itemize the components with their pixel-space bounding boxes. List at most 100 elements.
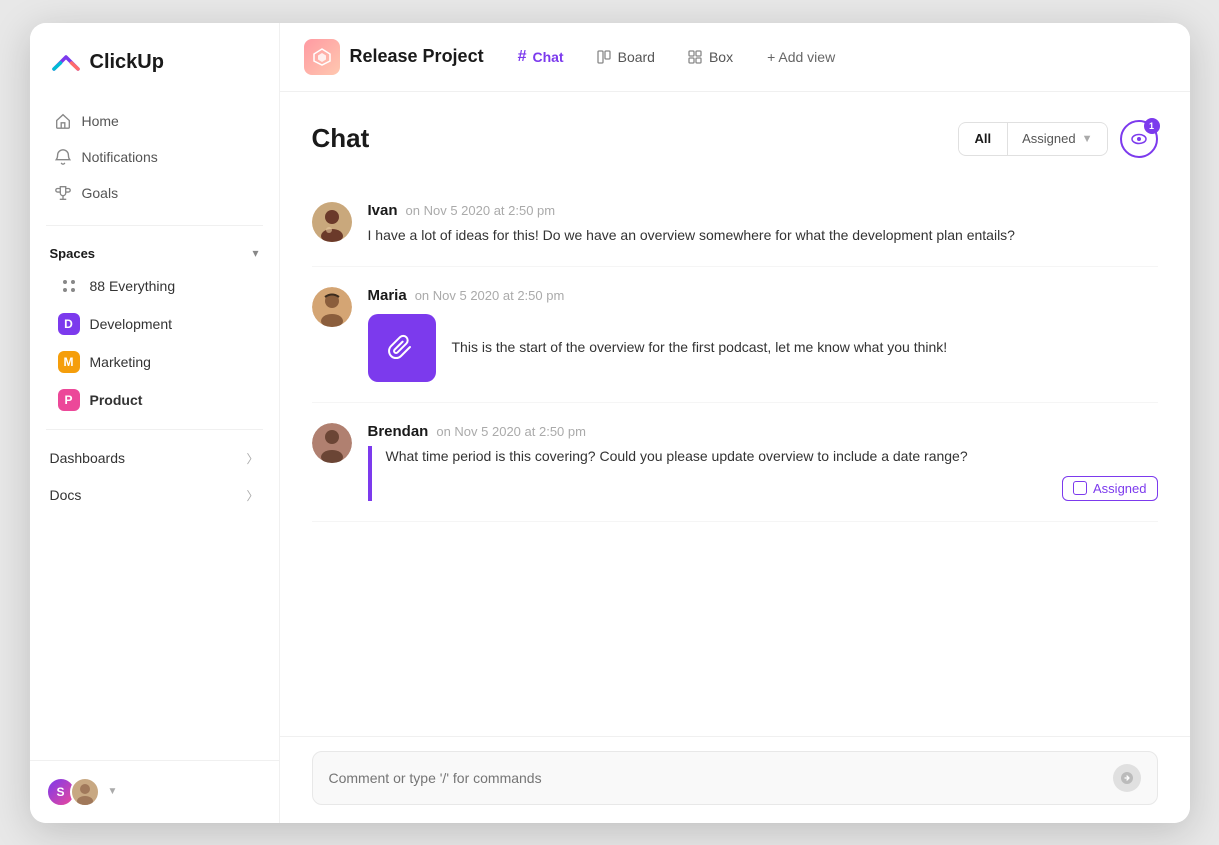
tab-board[interactable]: Board [582,43,669,71]
topbar-tabs: # Chat Board [504,42,848,72]
everything-text: Everything [109,278,175,294]
message-ivan-body: Ivan on Nov 5 2020 at 2:50 pm I have a l… [368,202,1158,247]
watch-badge: 1 [1144,118,1160,134]
chat-header-right: All Assigned ▼ 1 [958,120,1158,158]
project-icon [304,39,340,75]
message-maria-time: on Nov 5 2020 at 2:50 pm [415,288,565,303]
spaces-header[interactable]: Spaces ▾ [30,236,279,267]
paperclip-icon [388,334,416,362]
docs-label: Docs [50,487,82,503]
docs-chevron-icon: 〉 [246,487,258,504]
sidebar-divider-2 [46,429,263,430]
sidebar-nav: Home Notifications Goals [30,99,279,215]
topbar: Release Project # Chat Board [280,23,1190,92]
board-icon [596,49,612,65]
avatar-b [70,777,100,807]
product-label: Product [90,392,143,408]
sidebar-item-docs[interactable]: Docs 〉 [30,477,279,514]
message-ivan-meta: Ivan on Nov 5 2020 at 2:50 pm [368,202,1158,219]
sidebar-item-marketing[interactable]: M Marketing [38,343,271,381]
dashboards-label: Dashboards [50,450,126,466]
message-maria: Maria on Nov 5 2020 at 2:50 pm This is t… [312,267,1158,403]
sidebar-item-home[interactable]: Home [42,103,267,139]
product-badge: P [58,389,80,411]
trophy-icon [54,184,72,202]
comment-input-wrap [312,751,1158,805]
home-icon [54,112,72,130]
message-brendan-meta: Brendan on Nov 5 2020 at 2:50 pm [368,423,1158,440]
comment-bar [280,736,1190,823]
sidebar-item-everything[interactable]: 88 Everything [38,267,271,305]
chat-title: Chat [312,123,370,154]
comment-input[interactable] [329,770,1105,786]
message-maria-attachment: This is the start of the overview for th… [368,314,1158,382]
add-view-button[interactable]: + Add view [755,43,847,71]
main-content: Release Project # Chat Board [280,23,1190,823]
chat-hash-icon: # [518,48,527,66]
filter-all-button[interactable]: All [959,124,1008,153]
message-ivan: Ivan on Nov 5 2020 at 2:50 pm I have a l… [312,182,1158,268]
filter-assigned-label: Assigned [1022,131,1075,146]
watch-button[interactable]: 1 [1120,120,1158,158]
tab-chat[interactable]: # Chat [504,42,578,72]
logo: ClickUp [30,23,279,99]
app-name: ClickUp [90,51,164,74]
message-ivan-text: I have a lot of ideas for this! Do we ha… [368,225,1158,247]
app-container: ClickUp Home Notifications [30,23,1190,823]
assigned-label: Assigned [1093,481,1146,496]
sidebar-item-product[interactable]: P Product [38,381,271,419]
message-ivan-author: Ivan [368,202,398,219]
tab-chat-label: Chat [532,49,563,65]
message-brendan-text: What time period is this covering? Could… [386,446,1158,468]
sidebar-item-development[interactable]: D Development [38,305,271,343]
message-ivan-time: on Nov 5 2020 at 2:50 pm [406,203,556,218]
filter-assigned-button[interactable]: Assigned ▼ [1008,124,1106,153]
development-badge: D [58,313,80,335]
send-button[interactable] [1113,764,1141,792]
sidebar-item-goals[interactable]: Goals [42,175,267,211]
tab-box[interactable]: Box [673,43,747,71]
assigned-row: Assigned [386,476,1158,501]
user-caret-icon[interactable]: ▼ [108,786,118,797]
sidebar: ClickUp Home Notifications [30,23,280,823]
message-maria-body: Maria on Nov 5 2020 at 2:50 pm This is t… [368,287,1158,382]
development-label: Development [90,316,173,332]
everything-icon [58,275,80,297]
message-maria-author: Maria [368,287,407,304]
chat-area: Chat All Assigned ▼ [280,92,1190,736]
message-brendan: Brendan on Nov 5 2020 at 2:50 pm What ti… [312,403,1158,522]
add-view-label: + Add view [767,49,835,65]
sidebar-item-notifications[interactable]: Notifications [42,139,267,175]
sidebar-divider [46,225,263,226]
avatar-brendan [312,423,352,463]
marketing-badge: M [58,351,80,373]
assigned-checkbox [1073,481,1087,495]
assigned-button[interactable]: Assigned [1062,476,1157,501]
clickup-logo-icon [50,47,82,79]
everything-count: 88 [90,278,106,294]
messages-list: Ivan on Nov 5 2020 at 2:50 pm I have a l… [312,182,1158,522]
tab-box-label: Box [709,49,733,65]
sidebar-item-notifications-label: Notifications [82,149,158,165]
project-title: Release Project [350,46,484,67]
spaces-chevron-icon: ▾ [252,246,258,260]
avatar-ivan [312,202,352,242]
chat-header: Chat All Assigned ▼ [312,120,1158,158]
sidebar-bottom: S ▼ [30,760,279,823]
spaces-label: Spaces [50,246,96,261]
message-brendan-time: on Nov 5 2020 at 2:50 pm [436,424,586,439]
filter-group: All Assigned ▼ [958,122,1108,156]
sidebar-item-dashboards[interactable]: Dashboards 〉 [30,440,279,477]
box-icon [687,49,703,65]
sidebar-item-home-label: Home [82,113,119,129]
attachment-thumb[interactable] [368,314,436,382]
brendan-border: What time period is this covering? Could… [368,446,1158,501]
dashboards-chevron-icon: 〉 [246,450,258,467]
send-icon [1120,771,1134,785]
avatar-maria [312,287,352,327]
assigned-chevron-icon: ▼ [1082,133,1093,145]
attachment-label: This is the start of the overview for th… [452,337,948,359]
tab-board-label: Board [618,49,655,65]
message-brendan-body: Brendan on Nov 5 2020 at 2:50 pm What ti… [368,423,1158,501]
sidebar-item-goals-label: Goals [82,185,119,201]
